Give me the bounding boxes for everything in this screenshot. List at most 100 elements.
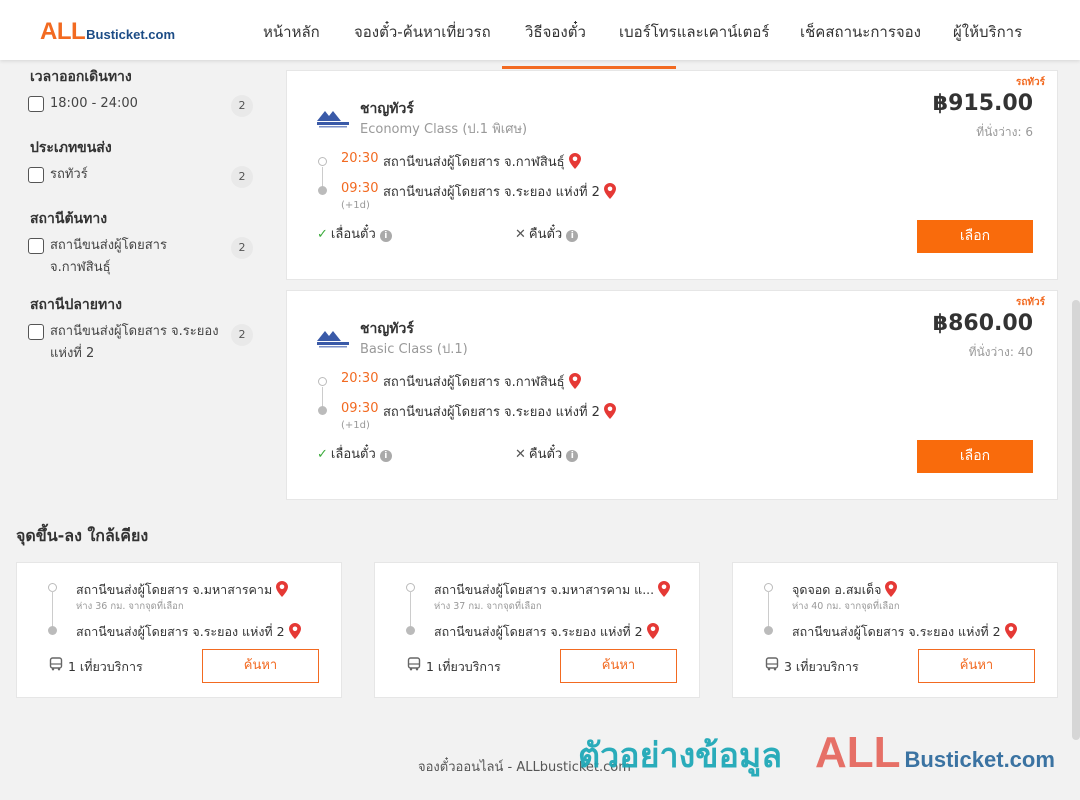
check-icon: ✓ (317, 227, 328, 242)
map-pin-icon[interactable] (885, 581, 898, 597)
watermark-all-text: ALL (815, 728, 901, 777)
route-line (322, 167, 323, 187)
map-pin-icon[interactable] (568, 373, 581, 389)
operator-name: ชาญทัวร์ (360, 321, 414, 337)
map-pin-icon[interactable] (288, 623, 301, 639)
filter-title-destination: สถานีปลายทาง (30, 297, 122, 313)
filter-title-departure-time: เวลาออกเดินทาง (30, 69, 132, 85)
bus-class: Basic Class (ป.1) (360, 342, 468, 357)
route-line (410, 591, 411, 627)
arrival-stop-name: สถานีขนส่งผู้โดยสาร จ.ระยอง แห่งที่ 2 (383, 185, 600, 200)
nearby-from: สถานีขนส่งผู้โดยสาร จ.มหาสารคาม แ... (434, 580, 671, 600)
info-icon[interactable]: i (379, 450, 392, 462)
nearby-search-button[interactable]: ค้นหา (202, 649, 319, 683)
nav-operators[interactable]: ผู้ให้บริการ (953, 20, 1022, 44)
filter-label-origin-line1: สถานีขนส่งผู้โดยสาร (50, 238, 167, 253)
active-tab-indicator (502, 66, 676, 69)
nearby-trip-count: 1 เที่ยวบริการ (68, 659, 143, 674)
route-line (768, 591, 769, 627)
map-pin-icon[interactable] (646, 623, 659, 639)
nearby-to-name: สถานีขนส่งผู้โดยสาร จ.ระยอง แห่งที่ 2 (76, 624, 285, 639)
watermark-busticket-text: Busticket.com (904, 747, 1055, 772)
count-badge: 2 (231, 95, 253, 117)
route-line (52, 591, 53, 627)
bus-icon (765, 657, 779, 671)
nearby-distance: ห่าง 40 กม. จากจุดที่เลือก (792, 601, 900, 612)
info-icon[interactable]: i (566, 450, 579, 462)
filter-label-destination-line2: แห่งที่ 2 (50, 346, 95, 361)
seats-available: ที่นั่งว่าง: 40 (968, 345, 1033, 359)
nearby-to: สถานีขนส่งผู้โดยสาร จ.ระยอง แห่งที่ 2 (76, 622, 301, 642)
filter-title-transport-type: ประเภทขนส่ง (30, 140, 112, 156)
map-pin-icon[interactable] (276, 581, 289, 597)
refund-ticket-label: คืนตั๋ว (528, 447, 563, 462)
departure-stop: สถานีขนส่งผู้โดยสาร จ.กาฬสินธุ์ (383, 151, 581, 172)
departure-dot-icon (318, 157, 327, 166)
trip-price: ฿860.00 (932, 311, 1033, 336)
nearby-distance: ห่าง 37 กม. จากจุดที่เลือก (434, 601, 542, 612)
info-icon[interactable]: i (566, 230, 579, 242)
nav-how-to-book[interactable]: วิธีจองตั๋ว (525, 20, 586, 44)
departure-dot-icon (318, 377, 327, 386)
departure-stop-name: สถานีขนส่งผู้โดยสาร จ.กาฬสินธุ์ (383, 155, 565, 170)
scrollbar[interactable] (1072, 300, 1080, 740)
change-ticket-policy: ✓ เลื่อนตั๋ว i (317, 443, 392, 464)
arrival-time: 09:30 (341, 401, 379, 416)
map-pin-icon[interactable] (603, 403, 616, 419)
nearby-card: สถานีขนส่งผู้โดยสาร จ.มหาสารคาม แ... ห่า… (374, 562, 700, 698)
count-badge: 2 (231, 166, 253, 188)
nav-phone-counters[interactable]: เบอร์โทรและเคาน์เตอร์ (619, 20, 769, 44)
filter-label-transport-type: รถทัวร์ (50, 167, 88, 182)
departure-time: 20:30 (341, 151, 379, 166)
count-badge: 2 (231, 237, 253, 259)
arrival-dot-icon (318, 186, 327, 195)
change-ticket-label: เลื่อนตั๋ว (330, 227, 376, 242)
operator-logo-icon (317, 331, 349, 348)
top-navbar: ALL Busticket.com หน้าหลัก จองตั๋ว-ค้นหา… (0, 0, 1080, 60)
arrival-stop: สถานีขนส่งผู้โดยสาร จ.ระยอง แห่งที่ 2 (383, 181, 616, 202)
checkbox-origin[interactable] (28, 238, 44, 254)
map-pin-icon[interactable] (603, 183, 616, 199)
nearby-card: จุดจอด อ.สมเด็จ ห่าง 40 กม. จากจุดที่เลื… (732, 562, 1058, 698)
select-trip-button[interactable]: เลือก (917, 220, 1033, 253)
checkbox-departure-time[interactable] (28, 96, 44, 112)
map-pin-icon[interactable] (1004, 623, 1017, 639)
arrival-stop: สถานีขนส่งผู้โดยสาร จ.ระยอง แห่งที่ 2 (383, 401, 616, 422)
arrival-stop-name: สถานีขนส่งผู้โดยสาร จ.ระยอง แห่งที่ 2 (383, 405, 600, 420)
watermark-text: ตัวอย่างข้อมูล (578, 736, 783, 776)
change-ticket-label: เลื่อนตั๋ว (330, 447, 376, 462)
nearby-distance: ห่าง 36 กม. จากจุดที่เลือก (76, 601, 184, 612)
nearby-from-name: สถานีขนส่งผู้โดยสาร จ.มหาสารคาม (76, 582, 273, 597)
nav-book-search[interactable]: จองตั๋ว-ค้นหาเที่ยวรถ (354, 20, 491, 44)
checkbox-destination[interactable] (28, 324, 44, 340)
count-badge: 2 (231, 324, 253, 346)
nearby-search-button[interactable]: ค้นหา (560, 649, 677, 683)
to-dot-icon (406, 626, 415, 635)
nearby-from: สถานีขนส่งผู้โดยสาร จ.มหาสารคาม (76, 580, 289, 600)
checkbox-transport-type[interactable] (28, 167, 44, 183)
nearby-search-button[interactable]: ค้นหา (918, 649, 1035, 683)
map-pin-icon[interactable] (568, 153, 581, 169)
seats-available: ที่นั่งว่าง: 6 (976, 125, 1033, 139)
departure-stop-name: สถานีขนส่งผู้โดยสาร จ.กาฬสินธุ์ (383, 375, 565, 390)
nav-check-status[interactable]: เช็คสถานะการจอง (800, 20, 921, 44)
nearby-trip-count: 1 เที่ยวบริการ (426, 659, 501, 674)
refund-ticket-label: คืนตั๋ว (528, 227, 563, 242)
logo-all-text: ALL (40, 18, 86, 45)
vehicle-type-tag: รถทัวร์ (1015, 297, 1045, 308)
site-logo[interactable]: ALL Busticket.com (40, 18, 175, 46)
nearby-to-name: สถานีขนส่งผู้โดยสาร จ.ระยอง แห่งที่ 2 (792, 624, 1001, 639)
trip-card: รถทัวร์ ชาญทัวร์ Basic Class (ป.1) ฿860.… (286, 290, 1058, 500)
select-trip-button[interactable]: เลือก (917, 440, 1033, 473)
nearby-section-title: จุดขึ้น-ลง ใกล้เคียง (16, 526, 149, 545)
nav-home[interactable]: หน้าหลัก (263, 20, 320, 44)
trip-card: รถทัวร์ ชาญทัวร์ Economy Class (ป.1 พิเศ… (286, 70, 1058, 280)
info-icon[interactable]: i (379, 230, 392, 242)
refund-ticket-policy: ✕ คืนตั๋ว i (515, 223, 579, 244)
trip-price: ฿915.00 (932, 91, 1033, 116)
filter-label-destination-line1: สถานีขนส่งผู้โดยสาร จ.ระยอง (50, 324, 219, 339)
nearby-to: สถานีขนส่งผู้โดยสาร จ.ระยอง แห่งที่ 2 (434, 622, 659, 642)
next-day-label: (+1d) (341, 200, 370, 211)
map-pin-icon[interactable] (658, 581, 671, 597)
departure-time: 20:30 (341, 371, 379, 386)
